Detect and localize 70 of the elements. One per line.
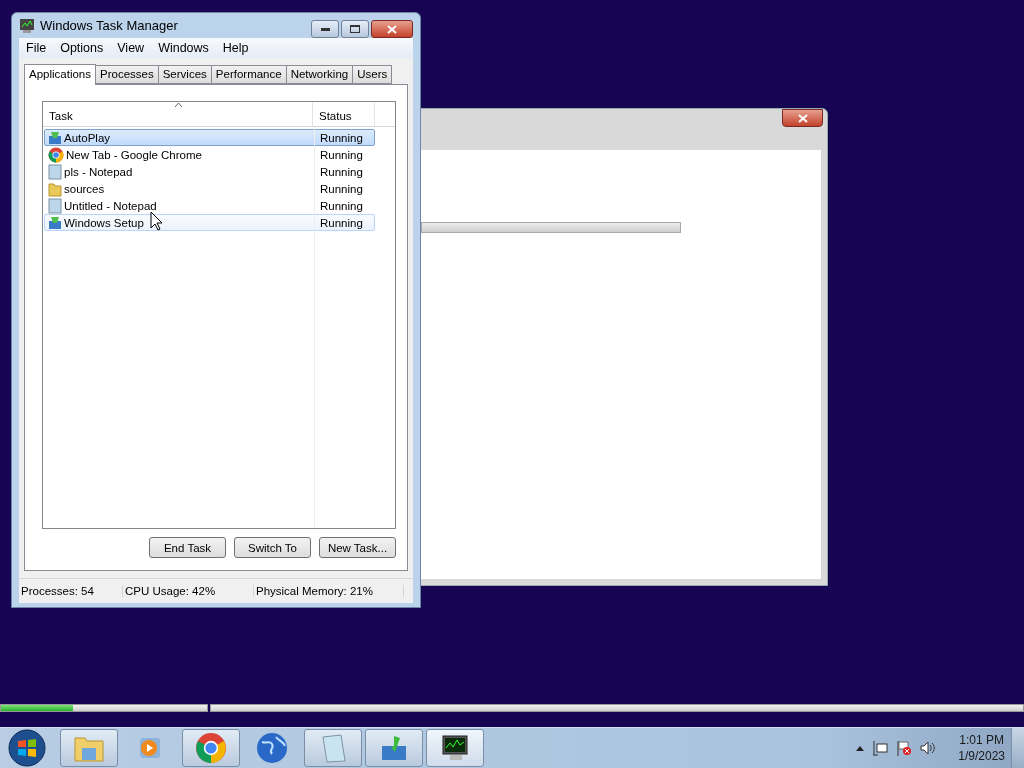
task-row[interactable]: New Tab - Google Chrome Running (44, 146, 375, 163)
installer-icon (48, 130, 62, 145)
tab[interactable]: Processes (95, 65, 159, 84)
minimize-button[interactable] (311, 20, 339, 38)
action-button[interactable]: End Task (149, 537, 226, 558)
close-icon (387, 24, 397, 34)
minimize-icon (320, 27, 330, 31)
menu-item[interactable]: Windows (151, 41, 216, 55)
close-button[interactable] (782, 109, 823, 127)
window-title: Windows Task Manager (40, 18, 179, 33)
action-button[interactable]: New Task... (319, 537, 396, 558)
network-icon (872, 740, 889, 756)
clock-time: 1:01 PM (959, 733, 1004, 747)
task-status: Running (319, 200, 364, 212)
close-button[interactable] (371, 20, 413, 38)
task-name: pls - Notepad (64, 166, 133, 178)
task-status: Running (319, 216, 364, 229)
task-name: sources (64, 183, 105, 195)
task-manager-icon (440, 734, 470, 762)
column-header[interactable]: Status (313, 102, 375, 126)
installer-icon (48, 215, 62, 230)
tab[interactable]: Performance (210, 65, 287, 84)
speaker-icon (920, 740, 937, 756)
menu-item[interactable]: File (19, 41, 54, 55)
chrome-icon (195, 732, 227, 764)
column-header[interactable]: Task (43, 102, 313, 126)
task-manager-icon (19, 17, 35, 34)
task-name: Untitled - Notepad (64, 200, 157, 212)
tab[interactable]: Networking (285, 65, 354, 84)
mouse-cursor-icon (150, 211, 163, 231)
action-button[interactable]: Switch To (234, 537, 311, 558)
folder-icon (48, 181, 62, 197)
maximize-button[interactable] (341, 20, 369, 38)
task-name: AutoPlay (64, 131, 111, 144)
show-desktop-button[interactable] (1011, 728, 1024, 768)
task-status: Running (319, 149, 364, 161)
maximize-icon (350, 25, 360, 33)
task-row[interactable]: Windows Setup Running (44, 214, 375, 231)
task-row[interactable]: Untitled - Notepad Running (44, 197, 375, 214)
task-name: Windows Setup (64, 216, 144, 229)
taskbar-button[interactable] (426, 729, 484, 767)
chrome-icon (48, 147, 64, 163)
status-text: Physical Memory: 21% (254, 585, 404, 597)
task-status: Running (319, 166, 364, 178)
notepad-icon (48, 164, 62, 180)
menu-item[interactable]: View (110, 41, 152, 55)
task-row[interactable]: sources Running (44, 180, 375, 197)
clock-date: 1/9/2023 (958, 749, 1005, 763)
status-text: Processes: 54 (19, 585, 123, 597)
task-row[interactable]: pls - Notepad Running (44, 163, 375, 180)
task-status: Running (319, 183, 364, 195)
windows-logo-icon (8, 729, 46, 767)
show-hidden-icons-icon (856, 745, 865, 751)
media-player-icon (137, 735, 163, 761)
tab[interactable]: Users (352, 65, 393, 84)
column-title: Task (49, 110, 73, 122)
menu-item[interactable]: Help (215, 41, 256, 55)
task-row[interactable]: AutoPlay Running (44, 129, 375, 146)
status-text: CPU Usage: 42% (123, 585, 254, 597)
close-icon (797, 113, 808, 123)
notepad-icon (319, 733, 347, 763)
installer-icon (380, 734, 408, 762)
folder-icon (74, 734, 104, 762)
tab[interactable]: Services (157, 65, 212, 84)
task-status: Running (319, 131, 364, 144)
notepad-icon (48, 198, 62, 214)
tab[interactable]: Applications (24, 64, 96, 85)
task-name: New Tab - Google Chrome (66, 149, 202, 161)
menu-item[interactable]: Options (53, 41, 111, 55)
flag-icon (896, 740, 913, 756)
